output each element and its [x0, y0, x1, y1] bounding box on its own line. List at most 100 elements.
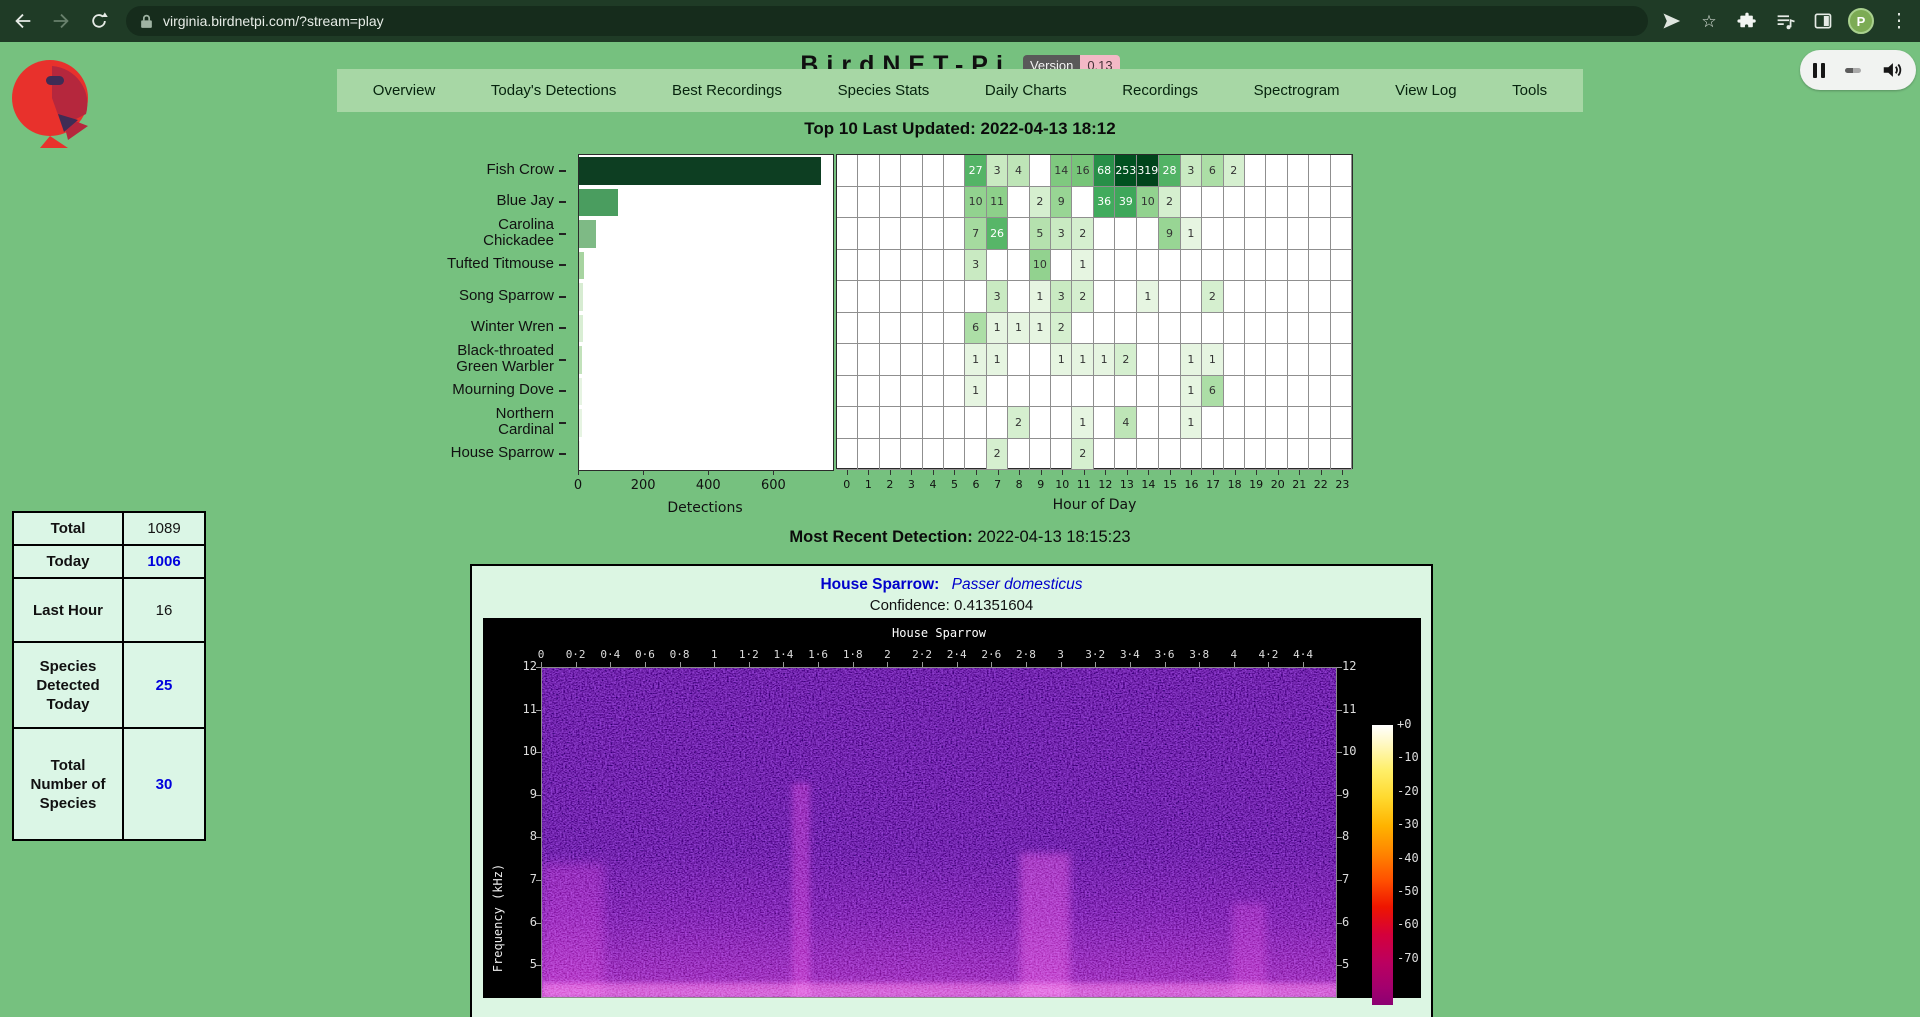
- species-label: Tufted Titmouse: [336, 249, 568, 281]
- axis-tickmark: [1235, 470, 1236, 475]
- detection-title: House Sparrow: Passer domesticus: [472, 576, 1431, 594]
- spectrogram-bottom-band: [542, 983, 1337, 997]
- summary-table: Total1089Today1006Last Hour16Species Det…: [12, 511, 206, 841]
- spec-x-tickmark: [1234, 662, 1235, 667]
- species-label: Song Sparrow: [336, 280, 568, 312]
- nav-item-tools[interactable]: Tools: [1512, 82, 1547, 99]
- spec-y-tickmark: [536, 880, 541, 881]
- volume-icon[interactable]: [1881, 59, 1903, 81]
- heatmap-cell: [858, 281, 879, 313]
- heatmap-cell: [1288, 439, 1309, 471]
- bookmark-star-icon[interactable]: ☆: [1694, 6, 1724, 36]
- seek-slider[interactable]: [1845, 68, 1861, 73]
- spec-x-tickmark: [1199, 662, 1200, 667]
- menu-dots-icon[interactable]: ⋮: [1884, 6, 1914, 36]
- heatmap-cell: [1288, 218, 1309, 250]
- heatmap-cell: [923, 250, 944, 282]
- spec-x-tickmark: [783, 662, 784, 667]
- heatmap-cell: [965, 439, 986, 471]
- nav-item-today-s-detections[interactable]: Today's Detections: [491, 82, 616, 99]
- heatmap-cell: [1159, 313, 1180, 345]
- heatmap-cell: 2: [987, 439, 1008, 471]
- nav-item-best-recordings[interactable]: Best Recordings: [672, 82, 782, 99]
- forward-button[interactable]: [46, 6, 76, 36]
- nav-item-overview[interactable]: Overview: [373, 82, 436, 99]
- nav-item-view-log[interactable]: View Log: [1395, 82, 1456, 99]
- heatmap-cell: [837, 376, 858, 408]
- summary-value: 16: [123, 578, 205, 642]
- heatmap-cell: 1: [1030, 313, 1051, 345]
- detections-bar: [579, 441, 580, 469]
- heatmap-cell: 319: [1137, 155, 1159, 187]
- extensions-button[interactable]: [1732, 6, 1762, 36]
- heatmap-cell: [1051, 439, 1072, 471]
- axis-tick-label: 600: [761, 478, 786, 493]
- heatmap-cell: [1008, 250, 1029, 282]
- heatmap-cell: [944, 344, 965, 376]
- heatmap-cell: [944, 281, 965, 313]
- heatmap-cell: 1: [965, 344, 986, 376]
- heatmap-cell: [1245, 439, 1266, 471]
- heatmap-cell: 253: [1115, 155, 1137, 187]
- confidence-value: 0.41351604: [954, 597, 1033, 614]
- hour-tick-label: 4: [922, 478, 944, 491]
- summary-value-link[interactable]: 30: [123, 728, 205, 840]
- spec-x-tickmark: [1095, 662, 1096, 667]
- heatmap-cell: [1051, 407, 1072, 439]
- heatmap-cell: [923, 281, 944, 313]
- nav-item-recordings[interactable]: Recordings: [1122, 82, 1198, 99]
- reload-button[interactable]: [84, 6, 114, 36]
- heatmap-cell: [901, 187, 922, 219]
- send-button[interactable]: [1656, 6, 1686, 36]
- spec-y-tick-left: 12: [497, 659, 537, 673]
- heatmap-cell: 14: [1051, 155, 1072, 187]
- frequency-axis-label: Frequency (kHz): [491, 858, 507, 978]
- axis-tickmark: [708, 470, 709, 475]
- pause-button[interactable]: [1813, 63, 1825, 78]
- playlist-button[interactable]: [1770, 6, 1800, 36]
- heatmap-cell: 3: [1051, 218, 1072, 250]
- heatmap-cell: [1331, 250, 1352, 282]
- axis-tickmark: [847, 470, 848, 475]
- heatmap-cell: 2: [1115, 344, 1137, 376]
- back-button[interactable]: [8, 6, 38, 36]
- heatmap-cell: [1072, 313, 1093, 345]
- heatmap-cell: 1: [1051, 344, 1072, 376]
- heatmap-cell: 68: [1094, 155, 1115, 187]
- hour-tick-label: 12: [1095, 478, 1117, 491]
- heatmap-cell: 39: [1115, 187, 1137, 219]
- heatmap-cell: [1309, 187, 1330, 219]
- species-common-name-link[interactable]: House Sparrow:: [820, 576, 939, 593]
- spectrogram-streak: [1020, 853, 1070, 998]
- heatmap-cell: [1331, 313, 1352, 345]
- heatmap-cell: [1115, 218, 1137, 250]
- profile-button[interactable]: P: [1846, 6, 1876, 36]
- nav-item-species-stats[interactable]: Species Stats: [838, 82, 930, 99]
- heatmap-cell: [901, 376, 922, 408]
- detections-bar: [579, 283, 583, 311]
- side-panel-button[interactable]: [1808, 6, 1838, 36]
- heatmap-cell: [837, 187, 858, 219]
- detection-card: House Sparrow: Passer domesticus Confide…: [470, 564, 1433, 1017]
- back-arrow-icon: [12, 10, 34, 32]
- url-bar[interactable]: virginia.birdnetpi.com/?stream=play: [126, 6, 1648, 36]
- spec-y-tickmark: [1337, 667, 1342, 668]
- summary-value-link[interactable]: 25: [123, 642, 205, 728]
- heatmap-cell: [858, 250, 879, 282]
- heatmap-cell: [944, 155, 965, 187]
- species-scientific-name-link[interactable]: Passer domesticus: [952, 576, 1083, 593]
- heatmap-cell: 1: [1072, 344, 1093, 376]
- nav-item-daily-charts[interactable]: Daily Charts: [985, 82, 1067, 99]
- heatmap-cell: 3: [1181, 155, 1202, 187]
- heatmap-cell: [1245, 344, 1266, 376]
- audio-player[interactable]: [1800, 50, 1916, 90]
- summary-value-link[interactable]: 1006: [123, 545, 205, 578]
- hour-tick-label: 8: [1008, 478, 1030, 491]
- axis-tickmark: [1213, 470, 1214, 475]
- heatmap-cell: [1266, 313, 1287, 345]
- heatmap-cell: [1224, 344, 1245, 376]
- heatmap-cell: [858, 155, 879, 187]
- heatmap-cell: [1288, 187, 1309, 219]
- bar-row: [579, 155, 833, 187]
- nav-item-spectrogram[interactable]: Spectrogram: [1254, 82, 1340, 99]
